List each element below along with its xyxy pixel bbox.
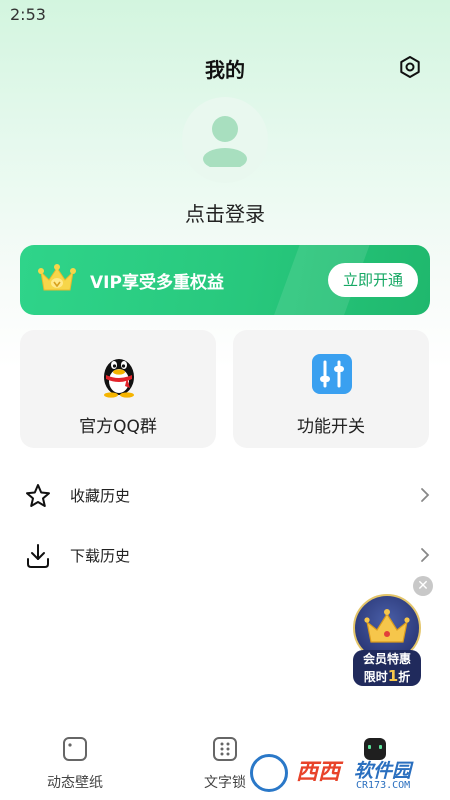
login-link[interactable]: 点击登录 — [0, 198, 450, 227]
promo-tag: 会员特惠 限时1折 — [353, 650, 421, 686]
vip-text: VIP享受多重权益 — [90, 273, 224, 293]
qq-group-card[interactable]: 官方QQ群 — [20, 330, 216, 448]
qq-group-label: 官方QQ群 — [79, 417, 157, 437]
download-history-label: 下载历史 — [70, 547, 131, 565]
status-time: 2:53 — [10, 5, 46, 24]
qq-penguin-icon — [104, 359, 134, 398]
promo-close-button[interactable]: ✕ — [413, 576, 433, 596]
vip-banner[interactable]: VIP享受多重权益 立即开通 — [20, 245, 430, 315]
crown-icon — [38, 264, 76, 291]
tab-text-lock[interactable]: 文字锁 — [170, 736, 280, 796]
avatar[interactable] — [182, 97, 268, 183]
download-icon — [27, 544, 49, 568]
star-icon — [26, 484, 50, 507]
promo-line2: 限时1折 — [363, 667, 411, 685]
tab-text-lock-label: 文字锁 — [204, 775, 246, 791]
settings-button[interactable] — [395, 52, 425, 82]
chevron-right-icon — [421, 488, 430, 502]
download-history-row[interactable]: 下载历史 — [0, 530, 450, 580]
vip-open-button[interactable]: 立即开通 — [328, 263, 418, 297]
toggle-sliders-icon — [312, 354, 352, 394]
chevron-right-icon — [421, 548, 430, 562]
favorites-history-label: 收藏历史 — [70, 487, 131, 505]
tab-dynamic-wallpaper-label: 动态壁纸 — [47, 775, 103, 791]
text-lock-icon — [213, 737, 237, 761]
settings-icon — [400, 56, 420, 78]
vip-promo-badge[interactable]: 会员特惠 限时1折 ✕ — [350, 576, 436, 690]
tab-profile[interactable] — [320, 736, 430, 796]
bottom-tab-bar: 动态壁纸 文字锁 — [0, 730, 450, 800]
promo-line1: 会员特惠 — [362, 652, 411, 666]
feature-toggle-label: 功能开关 — [297, 417, 365, 437]
dynamic-wallpaper-icon — [63, 737, 87, 761]
user-avatar-icon — [203, 116, 247, 167]
tab-dynamic-wallpaper[interactable]: 动态壁纸 — [20, 736, 130, 796]
profile-tab-icon — [364, 738, 386, 760]
favorites-history-row[interactable]: 收藏历史 — [0, 470, 450, 520]
page-title: 我的 — [205, 58, 245, 82]
feature-toggle-card[interactable]: 功能开关 — [233, 330, 429, 448]
